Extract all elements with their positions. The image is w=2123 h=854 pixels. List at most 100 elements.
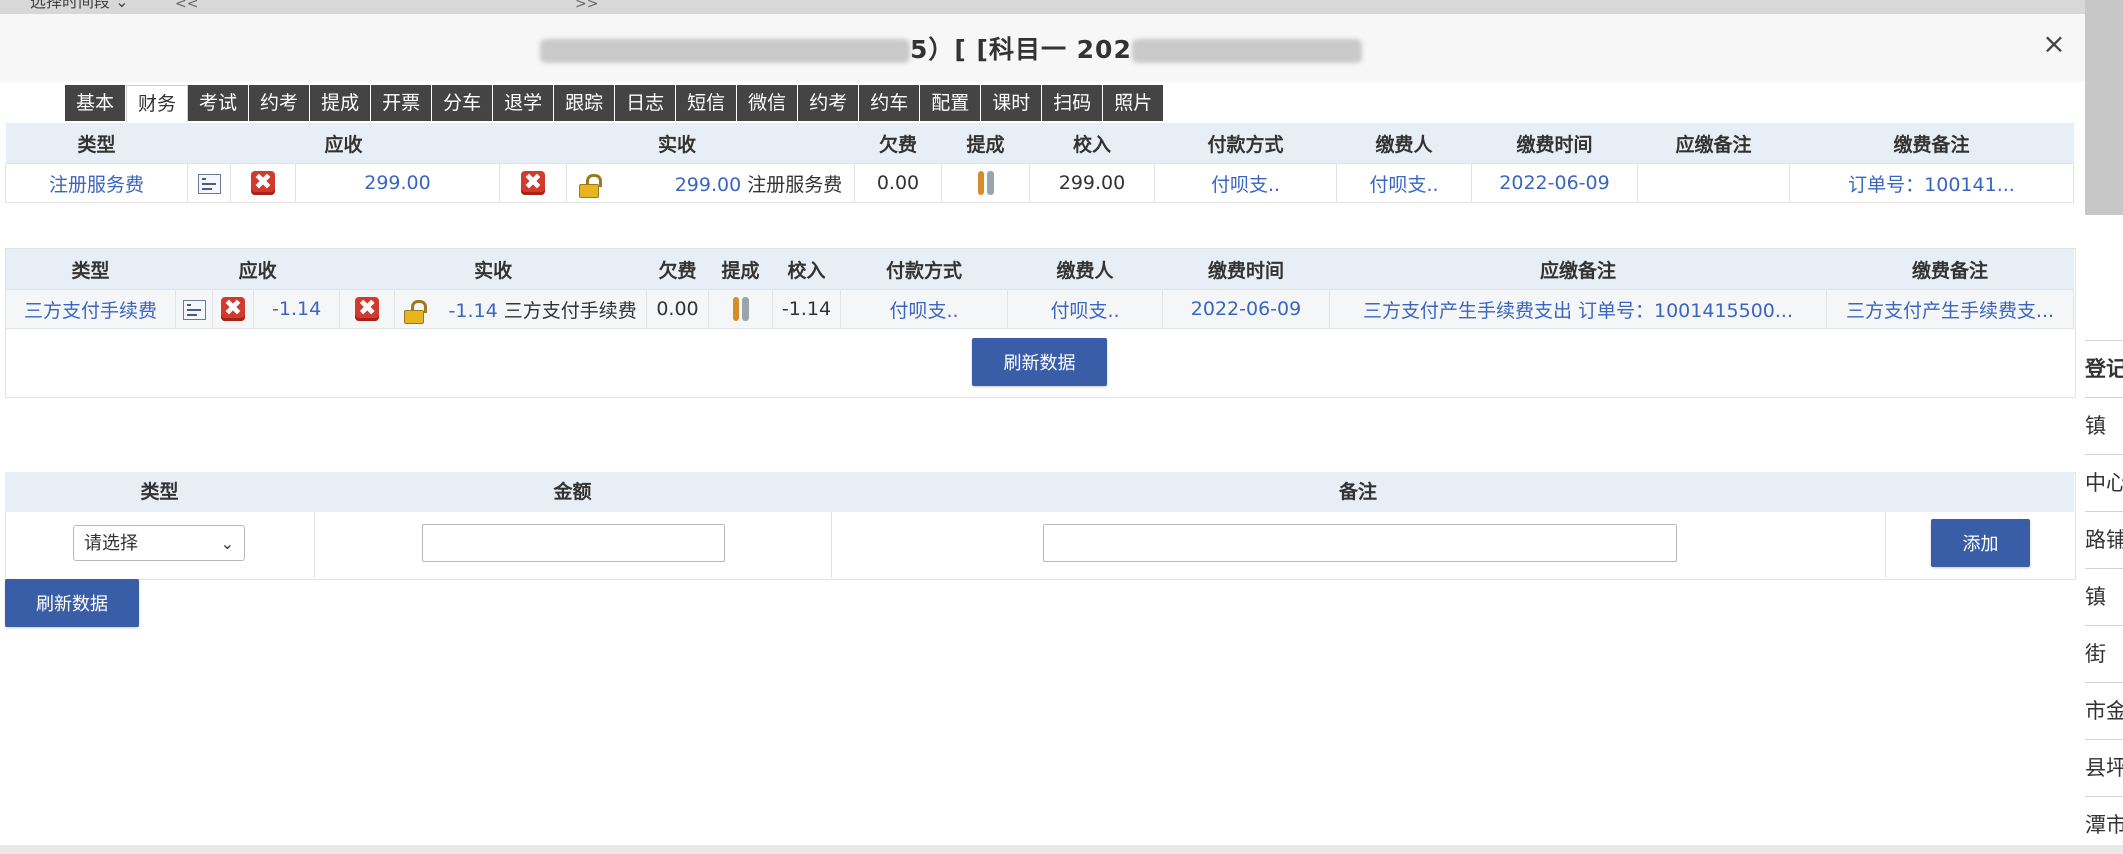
delete-received-cell: ✖	[339, 289, 396, 329]
background-list-item: 市金	[2085, 682, 2123, 740]
fee-type-select[interactable]: 请选择 ⌄	[73, 525, 245, 561]
col-type: 类型	[5, 249, 176, 290]
close-button[interactable]: ×	[2040, 30, 2068, 58]
tab-book-exam[interactable]: 约考	[249, 85, 311, 121]
col-payer: 缴费人	[1007, 249, 1163, 290]
delete-icon[interactable]: ✖	[221, 297, 245, 321]
commission-cell	[941, 163, 1030, 203]
background-toolbar: 选择时间段 ⌄ << >>	[0, 0, 2123, 15]
fee-type-link[interactable]: 注册服务费	[5, 163, 188, 203]
col-commission: 提成	[941, 123, 1030, 164]
col-pay-method: 付款方式	[840, 249, 1008, 290]
pay-time-value[interactable]: 2022-06-09	[1471, 163, 1638, 203]
col-received: 实收	[499, 123, 855, 164]
divider	[314, 512, 315, 578]
note-input[interactable]	[1043, 524, 1677, 562]
add-col-type: 类型	[140, 481, 179, 503]
table-header-row: 类型 应收 实收 欠费 提成 校入 付款方式 缴费人 缴费时间 应缴备注 缴费备…	[5, 249, 2074, 290]
table-row: 三方支付手续费 ✖ -1.14 ✖ -1.14 三方支付手续费 0.00 -1.…	[5, 289, 2074, 329]
tab-finance[interactable]: 财务	[126, 85, 189, 122]
tab-class-hours[interactable]: 课时	[981, 85, 1043, 121]
tab-scan[interactable]: 扫码	[1042, 85, 1104, 121]
redacted-block	[540, 39, 910, 63]
tab-tracking[interactable]: 跟踪	[554, 85, 616, 121]
tab-exam[interactable]: 考试	[188, 85, 250, 121]
tab-config[interactable]: 配置	[920, 85, 982, 121]
income-value: -1.14	[772, 289, 841, 329]
receivable-value[interactable]: 299.00	[295, 163, 500, 203]
col-received: 实收	[339, 249, 647, 290]
background-gray-panel	[2085, 0, 2123, 215]
fee-type-link[interactable]: 三方支付手续费	[5, 289, 176, 329]
background-next-button: >>	[575, 0, 599, 12]
received-label: 三方支付手续费	[503, 299, 637, 322]
redacted-block	[1131, 39, 1362, 63]
fee-type-select-value: 请选择	[84, 533, 138, 554]
tab-invoice[interactable]: 开票	[371, 85, 433, 121]
refresh-data-button[interactable]: 刷新数据	[972, 338, 1107, 386]
col-pay-note: 缴费备注	[1826, 249, 2074, 290]
refresh-data-button-bottom[interactable]: 刷新数据	[5, 579, 139, 627]
fee-table-service-charge: 类型 应收 实收 欠费 提成 校入 付款方式 缴费人 缴费时间 应缴备注 缴费备…	[5, 249, 2074, 329]
col-pay-time: 缴费时间	[1471, 123, 1638, 164]
unlock-icon[interactable]	[404, 300, 428, 324]
background-side-list: 登记 镇 中心 路铺 镇 街 市金 县坪 潭市	[2085, 0, 2123, 845]
delete-icon[interactable]: ✖	[520, 171, 545, 195]
col-income: 校入	[1029, 123, 1155, 164]
divider	[1885, 512, 1886, 578]
received-amount[interactable]: -1.14	[449, 300, 498, 322]
finance-modal: 5）[ [科目一 202 × 基本 财务 考试 约考 提成 开票 分车 退学 跟…	[0, 14, 2085, 845]
tab-sms[interactable]: 短信	[676, 85, 738, 121]
list-detail-icon[interactable]	[182, 299, 206, 320]
tab-basic[interactable]: 基本	[65, 85, 127, 121]
pay-time-value[interactable]: 2022-06-09	[1162, 289, 1330, 329]
col-pay-note: 缴费备注	[1789, 123, 2074, 164]
modal-title: 5）[ [科目一 202	[540, 30, 1362, 66]
col-commission: 提成	[708, 249, 773, 290]
delete-icon[interactable]: ✖	[251, 171, 275, 195]
modal-title-text: 5）[ [科目一 202	[910, 35, 1132, 64]
background-list-item: 登记	[2085, 340, 2123, 398]
payer-value[interactable]: 付呗支..	[1007, 289, 1163, 329]
delete-cell: ✖	[212, 289, 254, 329]
tab-log[interactable]: 日志	[615, 85, 677, 121]
modal-header: 5）[ [科目一 202 ×	[0, 14, 2085, 82]
due-note-value[interactable]	[1637, 163, 1790, 203]
tab-photos[interactable]: 照片	[1103, 85, 1165, 121]
col-payer: 缴费人	[1336, 123, 1472, 164]
amount-input[interactable]	[422, 524, 725, 562]
col-pay-method: 付款方式	[1154, 123, 1337, 164]
received-amount[interactable]: 299.00	[675, 174, 741, 196]
tab-wechat[interactable]: 微信	[737, 85, 799, 121]
chevron-down-icon: ⌄	[220, 534, 234, 553]
tools-icon[interactable]	[730, 297, 752, 321]
background-prev-button: <<	[175, 0, 199, 12]
pay-note-value[interactable]: 订单号：100141...	[1789, 163, 2074, 203]
list-detail-icon[interactable]	[197, 173, 221, 194]
background-list-item: 街	[2085, 625, 2123, 683]
tab-book-exam-2[interactable]: 约考	[798, 85, 860, 121]
add-button[interactable]: 添加	[1931, 519, 2030, 567]
delete-cell: ✖	[230, 163, 296, 203]
due-note-value[interactable]: 三方支付产生手续费支出 订单号：1001415500...	[1329, 289, 1827, 329]
tab-bar: 基本 财务 考试 约考 提成 开票 分车 退学 跟踪 日志 短信 微信 约考 约…	[65, 85, 1165, 122]
tab-commission[interactable]: 提成	[310, 85, 372, 121]
tab-withdraw[interactable]: 退学	[493, 85, 555, 121]
tools-icon[interactable]	[975, 171, 997, 195]
background-list-item: 中心	[2085, 454, 2123, 512]
unlock-icon[interactable]	[578, 174, 602, 198]
payer-value[interactable]: 付呗支..	[1336, 163, 1472, 203]
add-col-amount: 金额	[553, 481, 592, 503]
receivable-value[interactable]: -1.14	[252, 289, 341, 329]
delete-icon[interactable]: ✖	[355, 297, 380, 321]
col-income: 校入	[772, 249, 841, 290]
tab-assign-car[interactable]: 分车	[432, 85, 494, 121]
col-arrears: 欠费	[854, 123, 942, 164]
arrears-value: 0.00	[646, 289, 709, 329]
col-due-note: 应缴备注	[1637, 123, 1790, 164]
pay-method-value[interactable]: 付呗支..	[840, 289, 1008, 329]
commission-cell	[708, 289, 773, 329]
tab-book-car[interactable]: 约车	[859, 85, 921, 121]
pay-note-value[interactable]: 三方支付产生手续费支...	[1826, 289, 2074, 329]
pay-method-value[interactable]: 付呗支..	[1154, 163, 1337, 203]
